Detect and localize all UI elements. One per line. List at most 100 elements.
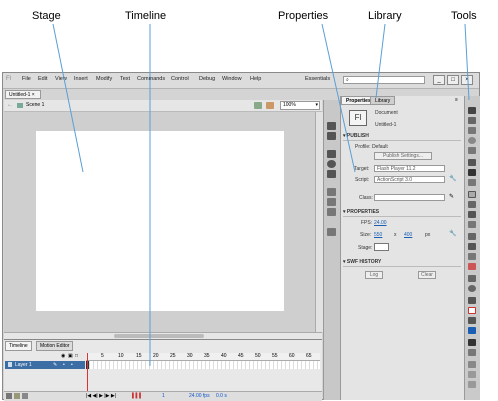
menu-help[interactable]: Help <box>250 76 261 82</box>
menu-window[interactable]: Window <box>222 76 242 82</box>
edit-class-icon[interactable]: ✎ <box>449 193 454 200</box>
smooth-icon[interactable] <box>468 371 476 378</box>
lock-icon[interactable]: ▣ <box>68 353 73 359</box>
zoom-tool-icon[interactable] <box>468 285 476 292</box>
playhead[interactable] <box>87 353 88 393</box>
menu-view[interactable]: View <box>55 76 67 82</box>
fill-swatch[interactable] <box>468 327 476 334</box>
hand-tool-icon[interactable] <box>468 275 476 282</box>
edit-scene-icon[interactable] <box>254 102 262 109</box>
straighten-icon[interactable] <box>468 381 476 388</box>
zoom-value: 100% <box>283 102 296 108</box>
text-tool-icon[interactable] <box>468 169 476 176</box>
pen-tool-icon[interactable] <box>468 159 476 166</box>
motion-presets-icon[interactable] <box>327 208 336 216</box>
workspace-switcher[interactable]: Essentials <box>305 76 330 82</box>
panel-icon[interactable] <box>327 228 336 236</box>
align-icon[interactable] <box>327 150 336 158</box>
new-folder-icon[interactable] <box>14 393 20 399</box>
menu-commands[interactable]: Commands <box>137 76 165 82</box>
paint-bucket-tool-icon[interactable] <box>468 243 476 250</box>
transform-icon[interactable] <box>327 170 336 178</box>
menu-file[interactable]: File <box>22 76 31 82</box>
search-icon: ⌕ <box>346 77 349 83</box>
publish-settings-button[interactable]: Publish Settings... <box>374 152 432 160</box>
menu-debug[interactable]: Debug <box>199 76 215 82</box>
fps-value[interactable]: 24.00 <box>374 220 387 226</box>
wrench-icon[interactable]: 🔧 <box>449 230 456 237</box>
class-input[interactable] <box>374 194 445 201</box>
panel-menu-icon[interactable]: ≡ <box>455 97 458 103</box>
properties-header[interactable]: ▾ PROPERTIES <box>343 209 461 217</box>
publish-header[interactable]: ▾ PUBLISH <box>343 133 461 141</box>
outline-icon[interactable]: □ <box>75 353 78 359</box>
color-icon[interactable] <box>327 160 336 168</box>
bone-tool-icon[interactable] <box>468 233 476 240</box>
frame-ruler[interactable]: 5 10 15 20 25 30 35 40 45 50 55 60 65 <box>86 353 320 361</box>
target-select[interactable]: Flash Player 11.2 <box>374 165 445 172</box>
brush-tool-icon[interactable] <box>468 211 476 218</box>
menu-control[interactable]: Control <box>171 76 189 82</box>
3d-rotation-tool-icon[interactable] <box>468 137 476 144</box>
menu-insert[interactable]: Insert <box>74 76 88 82</box>
edit-symbols-icon[interactable] <box>266 102 274 109</box>
script-select[interactable]: ActionScript 3.0 <box>374 176 445 183</box>
panel-icon[interactable] <box>327 188 336 196</box>
stage[interactable] <box>36 131 284 311</box>
swap-colors-icon[interactable] <box>468 349 476 356</box>
stage-color-swatch[interactable] <box>374 243 389 251</box>
tab-timeline[interactable]: Timeline <box>5 341 32 351</box>
callout-library: Library <box>368 10 402 22</box>
menu-modify[interactable]: Modify <box>96 76 112 82</box>
panel-icon[interactable] <box>327 122 336 130</box>
tab-library[interactable]: Library <box>370 96 396 105</box>
dot-icon[interactable]: • <box>63 361 65 369</box>
tab-motion-editor[interactable]: Motion Editor <box>36 341 74 351</box>
rectangle-tool-icon[interactable] <box>468 191 476 198</box>
menu-edit[interactable]: Edit <box>38 76 47 82</box>
new-layer-icon[interactable] <box>6 393 12 399</box>
pencil-tool-icon[interactable] <box>468 201 476 208</box>
subselection-tool-icon[interactable] <box>468 117 476 124</box>
scrollbar-thumb[interactable] <box>114 334 204 338</box>
stroke-color-icon[interactable] <box>468 297 476 304</box>
menu-text[interactable]: Text <box>120 76 130 82</box>
delete-icon[interactable] <box>22 393 28 399</box>
vertical-scrollbar[interactable] <box>315 112 323 332</box>
wrench-icon[interactable]: 🔧 <box>449 175 456 182</box>
stroke-swatch[interactable] <box>468 307 476 314</box>
frame-grid[interactable] <box>86 361 320 369</box>
search-input[interactable]: ⌕ <box>343 76 425 84</box>
selection-tool-icon[interactable] <box>468 107 476 114</box>
script-value: ActionScript 3.0 <box>377 177 413 183</box>
layer-name[interactable]: Layer 1 <box>15 361 32 369</box>
width-value[interactable]: 550 <box>374 232 382 238</box>
deco-tool-icon[interactable] <box>468 221 476 228</box>
minimize-button[interactable]: _ <box>433 75 445 85</box>
layer-row[interactable]: Layer 1 ✎ • • <box>5 361 85 369</box>
dot-icon[interactable]: • <box>71 361 73 369</box>
panel-icon[interactable] <box>327 132 336 140</box>
swf-history-header[interactable]: ▾ SWF HISTORY <box>343 259 461 267</box>
close-button[interactable]: × <box>461 75 473 85</box>
components-icon[interactable] <box>327 198 336 206</box>
frame-number: 35 <box>204 353 210 359</box>
maximize-button[interactable]: □ <box>447 75 459 85</box>
clear-button[interactable]: Clear <box>418 271 436 279</box>
log-button[interactable]: Log <box>365 271 383 279</box>
scene-label[interactable]: Scene 1 <box>26 102 44 108</box>
height-value[interactable]: 400 <box>404 232 412 238</box>
document-tab[interactable]: Untitled-1 × <box>5 90 41 99</box>
eye-icon[interactable]: ◉ <box>61 353 65 359</box>
free-transform-tool-icon[interactable] <box>468 127 476 134</box>
lasso-tool-icon[interactable] <box>468 147 476 154</box>
frame-number: 40 <box>221 353 227 359</box>
black-white-icon[interactable] <box>468 339 476 346</box>
eraser-tool-icon[interactable] <box>468 263 476 270</box>
back-arrow-icon[interactable]: ← <box>7 102 13 108</box>
fill-color-icon[interactable] <box>468 317 476 324</box>
eyedropper-tool-icon[interactable] <box>468 253 476 260</box>
line-tool-icon[interactable] <box>468 179 476 186</box>
snap-icon[interactable] <box>468 361 476 368</box>
zoom-select[interactable]: 100% ▾ <box>280 101 320 110</box>
